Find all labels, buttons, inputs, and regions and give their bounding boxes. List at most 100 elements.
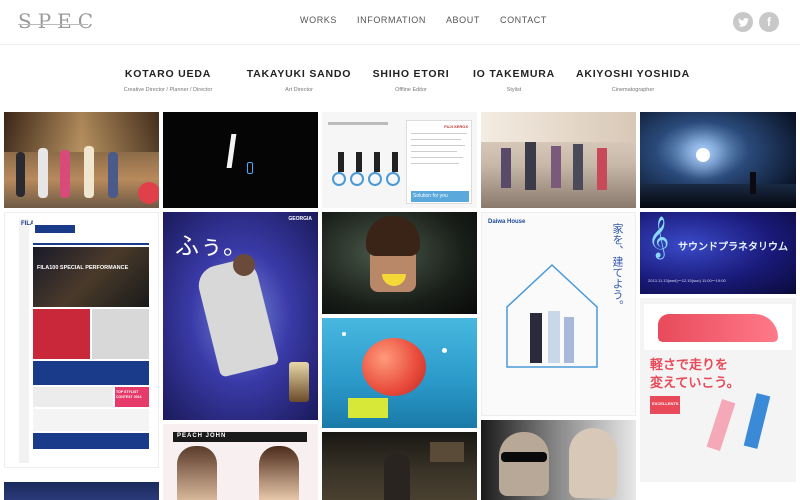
main-nav: WORKS INFORMATION ABOUT CONTACT [300, 15, 567, 25]
daiwa-brand: Daiwa House [488, 219, 526, 225]
member-name: AKIYOSHI YOSHIDA [575, 68, 691, 80]
team-list: KOTARO UEDA Creative Director / Planner … [0, 67, 800, 103]
xerox-caption: Solution for you [413, 193, 448, 199]
facebook-icon[interactable]: f [759, 12, 779, 32]
work-tile-night-city-flare[interactable] [640, 112, 796, 208]
person-figure [60, 150, 70, 198]
work-tile-georgia-coffee[interactable]: ふぅ。 GEORGIA [163, 212, 318, 420]
woman-figure [548, 311, 560, 363]
member-name: KOTARO UEDA [124, 68, 212, 80]
work-tile-dancers-mall[interactable] [481, 112, 636, 208]
georgia-brand: GEORGIA [288, 216, 312, 222]
site-header: SPEC WORKS INFORMATION ABOUT CONTACT f [0, 0, 800, 44]
work-tile-light-neon[interactable] [163, 112, 318, 208]
footer-band [33, 433, 149, 449]
reclining-man-figure [194, 256, 280, 378]
team-member-kotaro-ueda[interactable]: KOTARO UEDA Creative Director / Planner … [98, 67, 238, 94]
dancer-figure [573, 144, 583, 190]
work-tile-sunglasses-couple[interactable] [481, 420, 636, 500]
work-tile-night-structure[interactable] [4, 482, 159, 500]
work-tile-street-fashion[interactable] [4, 112, 159, 208]
facebook-glyph: f [767, 15, 771, 29]
person-figure [16, 152, 25, 197]
lens-flare [696, 148, 710, 162]
work-tile-fuji-xerox-bikes[interactable]: FUJI XEROX Solution for you [322, 112, 477, 208]
nav-item-works[interactable]: WORKS [300, 15, 337, 25]
work-tile-sound-planetarium[interactable]: 𝄞 サウンドプラネタリウム 2013.11.13(wed)〜12.15(sun)… [640, 212, 796, 294]
runner-woman-figure [706, 399, 736, 451]
nav-item-information[interactable]: INFORMATION [357, 15, 426, 25]
member-role: Cinematographer [611, 87, 655, 93]
dancer-figure [551, 146, 561, 188]
dancer-figure [597, 148, 607, 190]
head-shape [233, 254, 255, 276]
team-member-akiyoshi-yoshida[interactable]: AKIYOSHI YOSHIDA Cinematographer [563, 67, 703, 94]
nb-badge-text: EXCELLENTS [652, 401, 679, 406]
nb-copy-line-1: 軽さで走りを [650, 358, 729, 373]
member-role: Creative Director / Planner / Director [123, 87, 213, 93]
running-shoe-shape [658, 314, 778, 342]
work-tile-new-balance[interactable]: 軽さで走りを 変えていこう。 EXCELLENTS [640, 298, 796, 482]
daiwa-copy: 家を、建てよう。 [611, 223, 624, 311]
person-silhouette [384, 454, 410, 500]
man-face-shape [499, 432, 549, 496]
nav-item-contact[interactable]: CONTACT [500, 15, 547, 25]
planetarium-title: サウンドプラネタリウム [678, 242, 788, 253]
person-silhouette [750, 172, 756, 194]
city-silhouette [640, 184, 796, 208]
xerox-text-panel: FUJI XEROX Solution for you [406, 120, 472, 204]
model-figure [259, 446, 299, 500]
hair-shape [366, 216, 420, 256]
peach-shape [362, 338, 426, 396]
work-tile-peach-john[interactable]: PEACH JOHN [163, 424, 318, 500]
product-label-shape [348, 398, 388, 418]
fila-contest-text: TOP STYLIST CONTEST 2014 [116, 390, 142, 399]
planetarium-date: 2013.11.13(wed)〜12.15(sun) 11:00〜19:00 [648, 278, 726, 283]
contest-badge: TOP STYLIST CONTEST 2014 [115, 387, 149, 407]
hero-banner: FILA100 SPECIAL PERFORMANCE [33, 247, 149, 307]
runner-man-figure [743, 393, 771, 449]
nb-copy-line-2: 変えていこう。 [650, 376, 740, 391]
twitter-icon[interactable] [733, 12, 753, 32]
man-figure [530, 313, 542, 363]
sunglasses-shape [501, 452, 547, 462]
nav-item-about[interactable]: ABOUT [446, 15, 480, 25]
twitter-bird-glyph [737, 17, 749, 27]
title-bar: PEACH JOHN [173, 432, 307, 442]
model-figure [177, 446, 217, 500]
logo[interactable]: SPEC [18, 9, 94, 33]
work-tile-woman-banana[interactable] [322, 212, 477, 314]
thumbnail-grid [33, 309, 149, 359]
work-tile-peach-underwater[interactable] [322, 318, 477, 428]
person-figure [108, 152, 118, 198]
bubble [442, 348, 447, 353]
peach-john-title: PEACH JOHN [177, 433, 227, 439]
cyclists-illustration [332, 152, 400, 186]
work-tile-dark-interior[interactable] [322, 432, 477, 500]
woman-face-shape [569, 428, 617, 498]
headline-bar [328, 122, 388, 125]
person-figure [38, 148, 48, 198]
ceiling-image [481, 112, 636, 142]
logo-text: SPEC [18, 9, 100, 33]
small-neon-glyph [247, 162, 253, 174]
bubble [342, 332, 346, 336]
child-figure [564, 317, 574, 363]
person-figure [84, 146, 94, 198]
nb-badge: EXCELLENTS [650, 396, 680, 414]
dancer-figure [501, 148, 511, 188]
light-bar-shape [226, 134, 237, 168]
content-block [33, 409, 149, 431]
sidebar-strip [19, 219, 29, 463]
shoe-panel [644, 304, 792, 350]
shop-window-image [4, 112, 159, 152]
work-tile-fila-website[interactable]: FILA FILA100 SPECIAL PERFORMANCE TOP STY… [4, 212, 159, 468]
header-divider [0, 44, 800, 45]
dancer-figure [525, 142, 536, 190]
treble-clef-icon: 𝄞 [648, 217, 670, 258]
work-tile-daiwa-house[interactable]: Daiwa House 家を、建てよう。 [481, 212, 636, 416]
pink-umbrella-shape [138, 182, 159, 204]
fila-banner-text: FILA100 SPECIAL PERFORMANCE [37, 265, 129, 271]
site-header-bar [33, 221, 149, 245]
content-block [33, 387, 113, 407]
